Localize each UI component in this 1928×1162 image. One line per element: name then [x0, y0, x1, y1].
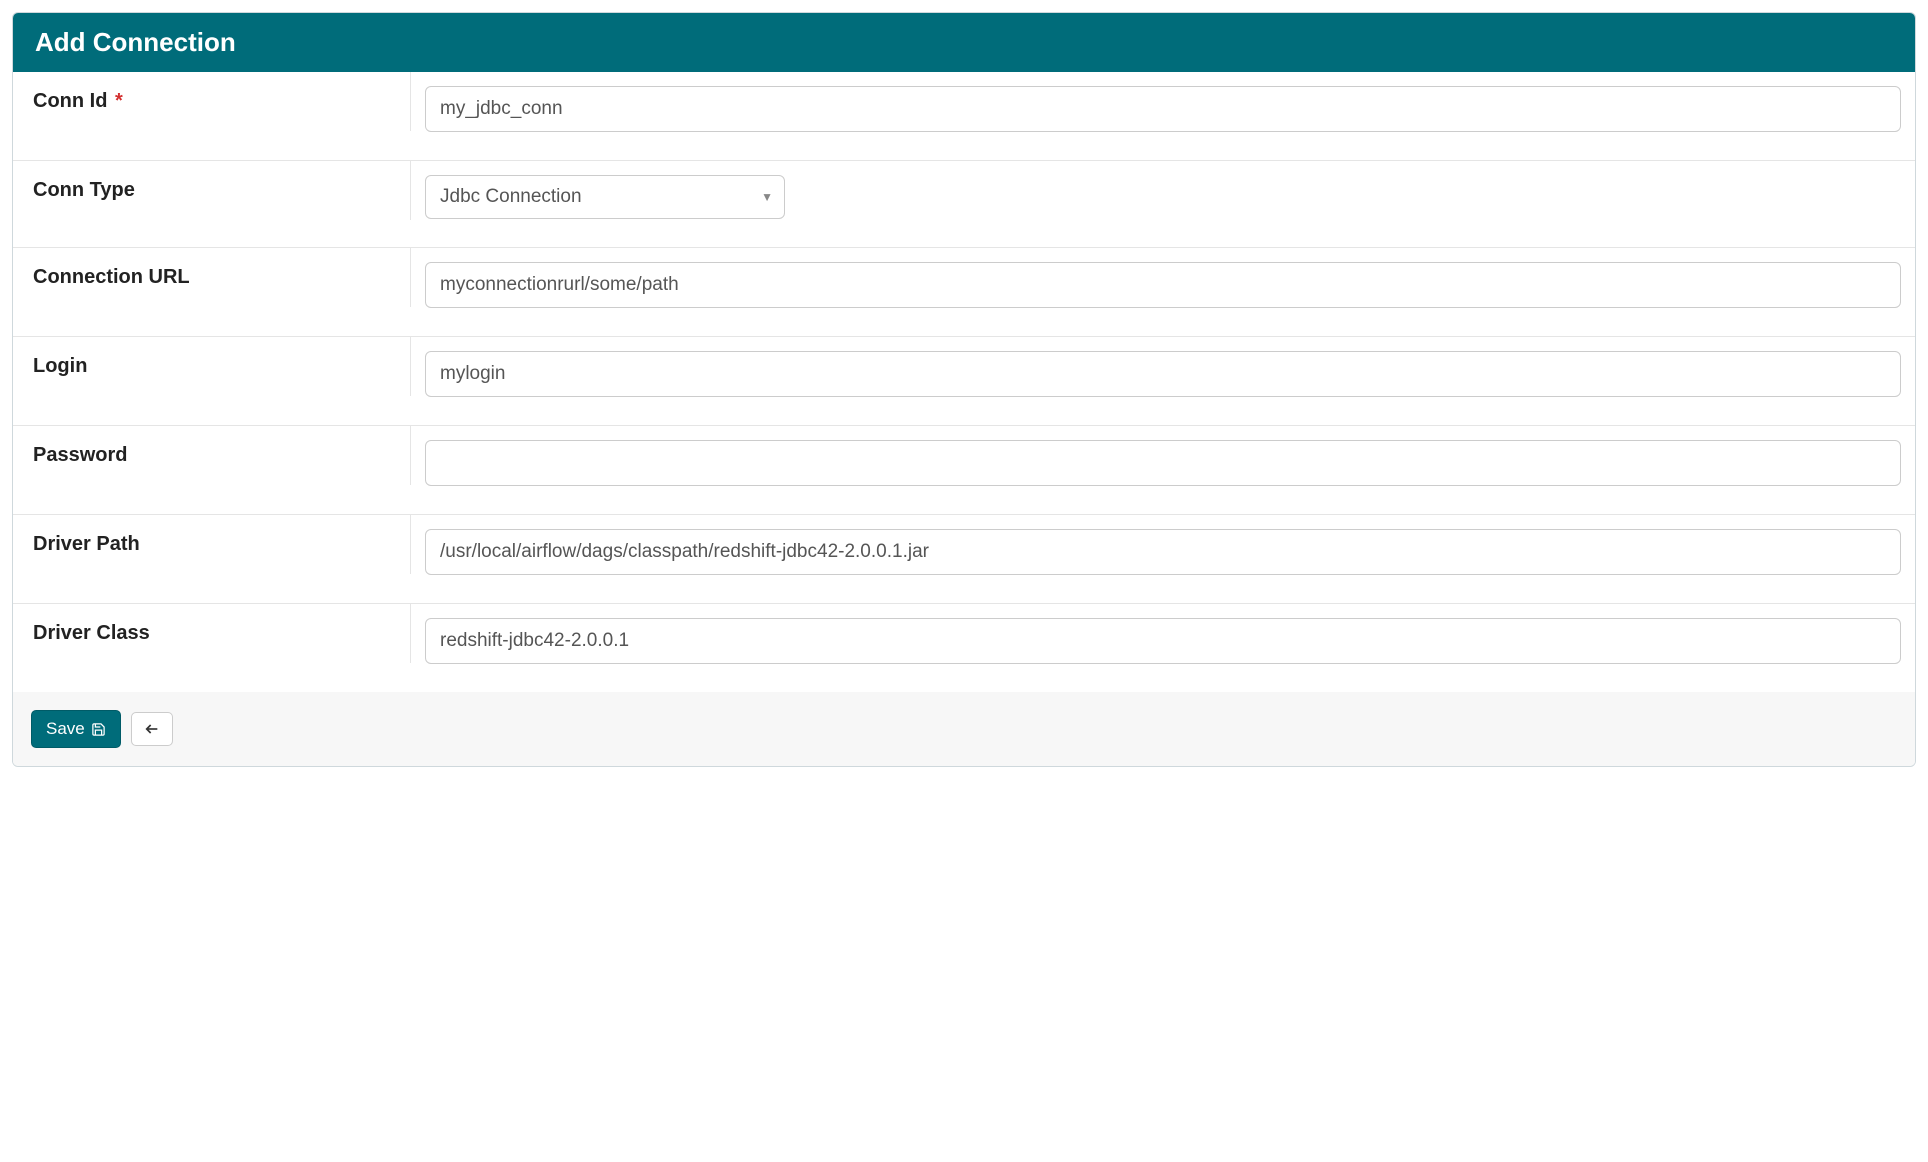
form-footer: Save [13, 692, 1915, 766]
panel-header: Add Connection [13, 13, 1915, 72]
row-conn-id: Conn Id * [13, 72, 1915, 161]
driver-class-input[interactable] [425, 618, 1901, 664]
driver-path-input[interactable] [425, 529, 1901, 575]
row-password: Password [13, 426, 1915, 515]
connection-url-input[interactable] [425, 262, 1901, 308]
conn-type-select[interactable]: Jdbc Connection ▼ [425, 175, 785, 219]
add-connection-panel: Add Connection Conn Id * Conn Type Jdbc … [12, 12, 1916, 767]
row-driver-path: Driver Path [13, 515, 1915, 604]
panel-title: Add Connection [35, 27, 236, 57]
password-input[interactable] [425, 440, 1901, 486]
label-connection-url: Connection URL [13, 248, 411, 307]
conn-id-input[interactable] [425, 86, 1901, 132]
label-login: Login [13, 337, 411, 396]
save-button-label: Save [46, 719, 85, 739]
row-login: Login [13, 337, 1915, 426]
row-driver-class: Driver Class [13, 604, 1915, 692]
label-driver-class: Driver Class [13, 604, 411, 663]
back-button[interactable] [131, 712, 173, 746]
label-password: Password [13, 426, 411, 485]
arrow-left-icon [144, 721, 160, 737]
connection-form: Conn Id * Conn Type Jdbc Connection ▼ Co… [13, 72, 1915, 692]
save-icon [91, 722, 106, 737]
required-marker: * [115, 90, 123, 112]
label-conn-type: Conn Type [13, 161, 411, 220]
save-button[interactable]: Save [31, 710, 121, 748]
login-input[interactable] [425, 351, 1901, 397]
row-conn-type: Conn Type Jdbc Connection ▼ [13, 161, 1915, 248]
label-driver-path: Driver Path [13, 515, 411, 574]
label-conn-id: Conn Id * [13, 72, 411, 131]
row-connection-url: Connection URL [13, 248, 1915, 337]
